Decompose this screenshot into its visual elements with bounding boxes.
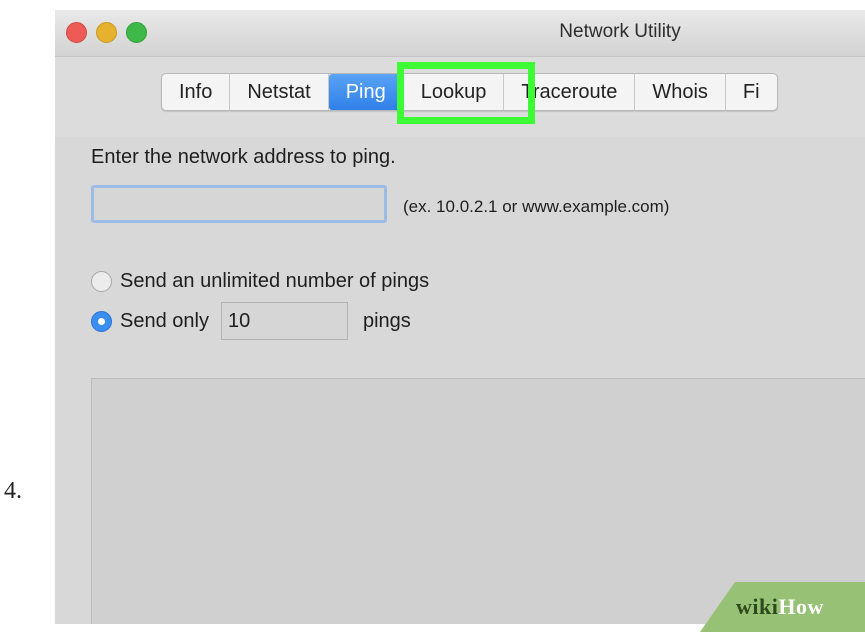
close-window-icon[interactable] — [66, 22, 87, 43]
ping-count-input[interactable] — [220, 302, 348, 340]
tab-lookup[interactable]: Lookup — [404, 74, 505, 110]
address-prompt-label: Enter the network address to ping. — [91, 146, 396, 168]
tab-ping[interactable]: Ping — [328, 74, 404, 110]
tab-traceroute[interactable]: Traceroute — [504, 74, 636, 110]
window-title: Network Utility — [559, 21, 681, 42]
step-number: 4. — [4, 478, 22, 504]
network-utility-window: Network Utility Info Netstat Ping Lookup… — [55, 10, 865, 624]
address-example-hint: (ex. 10.0.2.1 or www.example.com) — [403, 197, 670, 216]
tab-whois[interactable]: Whois — [635, 74, 726, 110]
ping-count-unit: pings — [362, 309, 411, 332]
address-input[interactable] — [91, 185, 387, 223]
unlimited-pings-radio[interactable] — [91, 270, 112, 292]
title-bar[interactable]: Network Utility — [55, 10, 865, 57]
limited-pings-option[interactable]: Send only pings — [91, 302, 411, 340]
wikihow-watermark: wikiHow — [736, 594, 824, 620]
limited-pings-label: Send only — [120, 309, 209, 332]
tab-bar: Info Netstat Ping Lookup Traceroute Whoi… — [161, 73, 778, 111]
tab-netstat[interactable]: Netstat — [230, 74, 329, 110]
unlimited-pings-label: Send an unlimited number of pings — [120, 269, 430, 292]
unlimited-pings-option[interactable]: Send an unlimited number of pings — [91, 266, 429, 296]
zoom-window-icon[interactable] — [126, 22, 147, 43]
watermark-part-2: How — [778, 594, 824, 619]
watermark-part-1: wiki — [736, 594, 779, 619]
minimize-window-icon[interactable] — [96, 22, 117, 43]
limited-pings-radio[interactable] — [91, 310, 112, 332]
tab-info[interactable]: Info — [162, 74, 231, 110]
tab-finger[interactable]: Fi — [726, 74, 777, 110]
